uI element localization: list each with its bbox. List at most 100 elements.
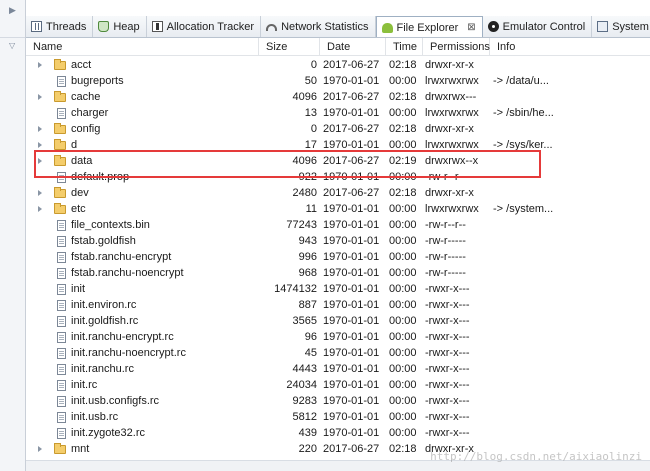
date-cell: 1970-01-01 xyxy=(323,75,380,87)
file-row[interactable]: init.ranchu-noencrypt.rc 45 1970-01-01 00:0… xyxy=(26,345,650,361)
tab-network-statistics[interactable]: Network Statistics xyxy=(261,16,376,37)
folder-row[interactable]: dev 2480 2017-06-27 02:18 drwxr-xr-x xyxy=(26,185,650,201)
info-cell xyxy=(490,249,650,265)
expand-arrow-icon[interactable] xyxy=(38,142,42,148)
permissions-cell: -rw-r----- xyxy=(425,267,466,279)
tab-label: Allocation Tracker xyxy=(166,20,255,33)
close-tab-icon[interactable]: ⊠ xyxy=(467,22,475,33)
size-cell: 9283 xyxy=(292,395,317,407)
file-row[interactable]: init.usb.rc 5812 1970-01-01 00:00 -rwxr-x--- xyxy=(26,409,650,425)
permissions-cell: drwxr-xr-x xyxy=(425,59,474,71)
file-row[interactable]: charger 13 1970-01-01 00:00 lrwxrwxrwx -> /sb… xyxy=(26,105,650,121)
size-cell: 968 xyxy=(298,267,317,279)
time-cell: 00:00 xyxy=(389,107,417,119)
entry-name: init.usb.configfs.rc xyxy=(71,395,160,407)
file-row[interactable]: init.usb.configfs.rc 9283 1970-01-01 00:00-… xyxy=(26,393,650,409)
android-icon xyxy=(381,22,393,33)
folder-row[interactable]: acct 0 2017-06-27 02:18 drwxr-xr-x xyxy=(26,57,650,73)
date-cell: 2017-06-27 xyxy=(323,59,380,71)
tab-file-explorer[interactable]: File Explorer ⊠ xyxy=(375,16,483,37)
file-list: acct 0 2017-06-27 02:18 drwxr-xr-x bugreports… xyxy=(26,57,650,457)
time-cell: 02:18 xyxy=(389,59,417,71)
entry-name: init.usb.rc xyxy=(71,411,119,423)
file-icon xyxy=(57,267,66,279)
size-cell: 439 xyxy=(298,427,317,439)
info-cell xyxy=(490,297,650,313)
folder-row[interactable]: config 0 2017-06-27 02:18 drwxr-xr-x xyxy=(26,121,650,137)
name-cell: init.usb.configfs.rc xyxy=(26,393,259,409)
view-menu-icon[interactable]: ▽ xyxy=(9,41,15,50)
folder-row[interactable]: d 17 1970-01-01 00:00 lrwxrwxrwx -> /sys/ker.… xyxy=(26,137,650,153)
file-icon xyxy=(57,331,66,343)
file-row[interactable]: init.ranchu.rc 4443 1970-01-01 00:00 -rwxr-x… xyxy=(26,361,650,377)
file-row[interactable]: init.environ.rc 887 1970-01-01 00:00 -rwxr-x… xyxy=(26,297,650,313)
column-header-size[interactable]: Size xyxy=(259,38,320,56)
tab-label: Heap xyxy=(113,20,140,33)
file-icon xyxy=(57,363,66,375)
file-row[interactable]: init.ranchu-encrypt.rc 96 1970-01-01 00:00-… xyxy=(26,329,650,345)
info-cell xyxy=(490,233,650,249)
column-header-name[interactable]: Name xyxy=(26,38,259,56)
date-cell: 1970-01-01 xyxy=(323,331,380,343)
file-icon xyxy=(57,75,66,87)
file-row[interactable]: default.prop 922 1970-01-01 00:00 -rw-r--r-- xyxy=(26,169,650,185)
expand-arrow-icon[interactable] xyxy=(38,206,42,212)
entry-name: init.environ.rc xyxy=(71,299,137,311)
size-cell: 24034 xyxy=(286,379,317,391)
tab-system-informati[interactable]: System Informati xyxy=(592,16,650,37)
date-cell: 1970-01-01 xyxy=(323,251,380,263)
folder-row[interactable]: cache 4096 2017-06-27 02:18 drwxrwx--- xyxy=(26,89,650,105)
time-cell: 00:00 xyxy=(389,235,417,247)
folder-row[interactable]: etc 11 1970-01-01 00:00 lrwxrwxrwx -> /system… xyxy=(26,201,650,217)
size-cell: 996 xyxy=(298,251,317,263)
column-header-info[interactable]: Info xyxy=(490,38,650,56)
folder-icon xyxy=(54,202,66,214)
expand-arrow-icon[interactable] xyxy=(38,126,42,132)
time-cell: 00:00 xyxy=(389,75,417,87)
emulator-control-icon xyxy=(487,21,499,32)
file-row[interactable]: init 1474132 1970-01-01 00:00 -rwxr-x--- xyxy=(26,281,650,297)
name-cell: init.ranchu-encrypt.rc xyxy=(26,329,259,345)
column-header-permissions[interactable]: Permissions xyxy=(423,38,490,56)
folder-icon xyxy=(54,58,66,70)
name-cell: cache xyxy=(26,89,259,105)
file-row[interactable]: init.goldfish.rc 3565 1970-01-01 00:00 -rwxr… xyxy=(26,313,650,329)
permissions-cell: -rwxr-x--- xyxy=(425,427,470,439)
file-row[interactable]: bugreports 50 1970-01-01 00:00 lrwxrwxrwx -> … xyxy=(26,73,650,89)
permissions-cell: -rwxr-x--- xyxy=(425,299,470,311)
size-cell: 0 xyxy=(310,59,317,71)
column-header-time[interactable]: Time xyxy=(386,38,423,56)
name-cell: mnt xyxy=(26,441,259,457)
file-row[interactable]: file_contexts.bin 77243 1970-01-01 00:00 -rw… xyxy=(26,217,650,233)
tab-heap[interactable]: Heap xyxy=(93,16,147,37)
name-cell: init xyxy=(26,281,259,297)
name-cell: init.zygote32.rc xyxy=(26,425,259,441)
file-row[interactable]: init.rc 24034 1970-01-01 00:00 -rwxr-x--- xyxy=(26,377,650,393)
info-cell xyxy=(490,217,650,233)
tab-emulator-control[interactable]: Emulator Control xyxy=(483,16,593,37)
allocation-tracker-icon xyxy=(151,21,163,32)
tab-label: System Informati xyxy=(612,20,650,33)
file-row[interactable]: init.zygote32.rc 439 1970-01-01 00:00 -rwxr-… xyxy=(26,425,650,441)
folder-row[interactable]: data 4096 2017-06-27 02:19 drwxrwx--x xyxy=(26,153,650,169)
expand-arrow-icon[interactable] xyxy=(38,158,42,164)
entry-name: init.ranchu-noencrypt.rc xyxy=(71,347,186,359)
collapse-arrow-icon[interactable]: ▶ xyxy=(9,5,16,16)
tab-allocation-tracker[interactable]: Allocation Tracker xyxy=(147,16,262,37)
date-cell: 1970-01-01 xyxy=(323,347,380,359)
file-icon xyxy=(57,235,66,247)
permissions-cell: drwxr-xr-x xyxy=(425,123,474,135)
expand-arrow-icon[interactable] xyxy=(38,190,42,196)
expand-arrow-icon[interactable] xyxy=(38,62,42,68)
file-row[interactable]: fstab.goldfish 943 1970-01-01 00:00 -rw-r---… xyxy=(26,233,650,249)
time-cell: 00:00 xyxy=(389,395,417,407)
expand-arrow-icon[interactable] xyxy=(38,94,42,100)
info-cell xyxy=(490,393,650,409)
date-cell: 2017-06-27 xyxy=(323,123,380,135)
tab-threads[interactable]: Threads xyxy=(26,16,94,37)
watermark-text: http://blog.csdn.net/aixiaolinzi xyxy=(430,450,642,463)
column-header-date[interactable]: Date xyxy=(320,38,386,56)
file-row[interactable]: fstab.ranchu-encrypt 996 1970-01-01 00:00 -r… xyxy=(26,249,650,265)
expand-arrow-icon[interactable] xyxy=(38,446,42,452)
file-row[interactable]: fstab.ranchu-noencrypt 968 1970-01-01 00:00… xyxy=(26,265,650,281)
